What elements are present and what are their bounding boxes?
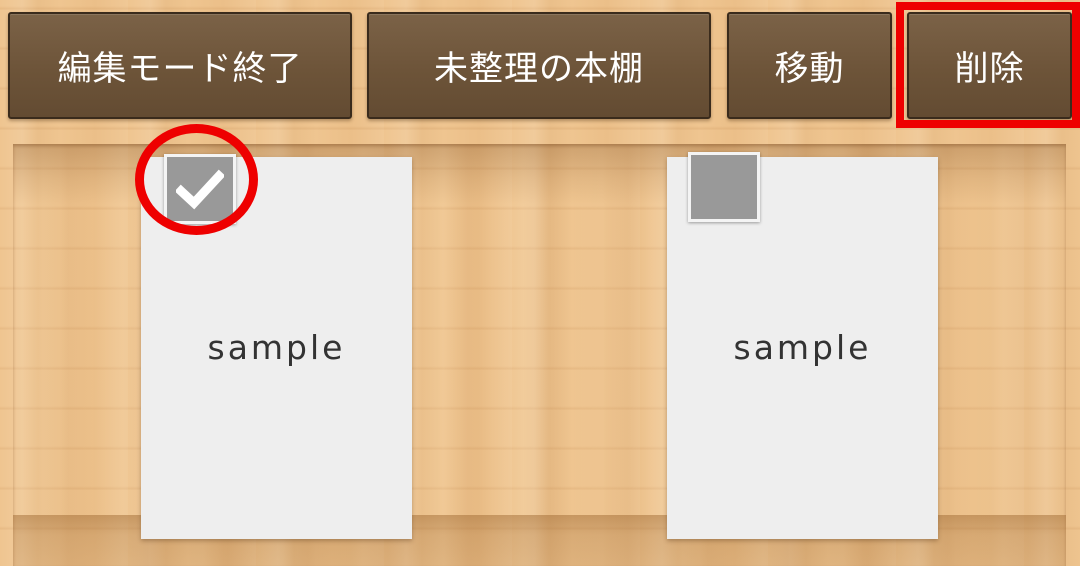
move-label: 移動 xyxy=(774,49,845,89)
move-button[interactable]: 移動 xyxy=(727,12,892,119)
unsorted-shelf-label: 未整理の本棚 xyxy=(434,49,644,89)
book-checkbox-checked[interactable] xyxy=(164,154,236,224)
exit-edit-mode-label: 編集モード終了 xyxy=(57,49,303,89)
book-checkbox-unchecked[interactable] xyxy=(688,152,760,222)
toolbar: 編集モード終了 未整理の本棚 移動 削除 xyxy=(0,0,1080,130)
exit-edit-mode-button[interactable]: 編集モード終了 xyxy=(8,12,352,119)
delete-button[interactable]: 削除 xyxy=(907,12,1072,119)
book-title: sample xyxy=(207,327,346,367)
unsorted-shelf-button[interactable]: 未整理の本棚 xyxy=(367,12,711,119)
check-icon xyxy=(176,169,224,210)
delete-label: 削除 xyxy=(954,49,1025,89)
book-title: sample xyxy=(733,327,872,367)
